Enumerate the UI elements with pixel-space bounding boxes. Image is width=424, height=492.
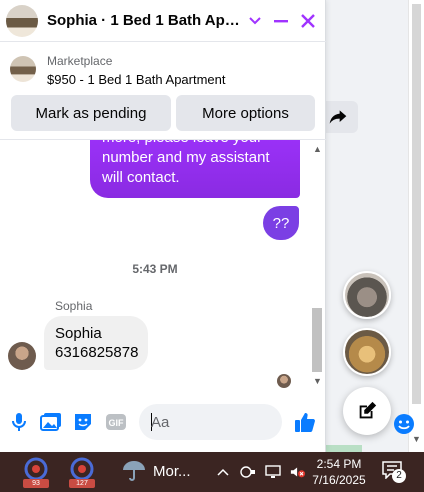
system-tray: [215, 464, 306, 480]
page-scrollbar-thumb[interactable]: [412, 4, 421, 404]
message-timestamp: 5:43 PM: [132, 262, 178, 276]
like-button[interactable]: [293, 410, 317, 434]
clock-time: 2:54 PM: [316, 457, 362, 471]
contact-avatar[interactable]: [6, 5, 38, 37]
read-receipt-avatar: [277, 374, 291, 388]
marketplace-label: Marketplace: [47, 54, 113, 68]
composer: GIF Aa: [0, 400, 414, 444]
outgoing-message: more, please leave your number and my as…: [90, 140, 300, 198]
app-badge: 127: [69, 479, 95, 488]
voice-clip-button[interactable]: [7, 410, 31, 434]
weather-label: Mor...: [153, 462, 191, 480]
notifications-button[interactable]: 2: [382, 461, 406, 483]
message-scrollbar-thumb[interactable]: [312, 308, 322, 372]
scroll-down-icon[interactable]: ▼: [313, 376, 322, 386]
more-options-button[interactable]: More options: [176, 95, 315, 131]
message-list: more, please leave your number and my as…: [0, 140, 310, 392]
compose-icon: [359, 401, 377, 419]
message-input-placeholder: Aa: [151, 414, 170, 431]
close-icon: [301, 14, 315, 28]
notification-count: 2: [392, 469, 406, 483]
taskbar-app-1[interactable]: 93: [20, 456, 52, 488]
chat-title[interactable]: Sophia · 1 Bed 1 Bath Apartment: [47, 12, 243, 29]
emoji-icon[interactable]: [393, 413, 415, 435]
microphone-icon: [12, 413, 26, 431]
new-message-button[interactable]: [343, 387, 391, 435]
chat-options-button[interactable]: [247, 11, 263, 31]
sender-avatar[interactable]: [8, 342, 36, 370]
marketplace-listing-row[interactable]: Marketplace $950 - 1 Bed 1 Bath Apartmen…: [0, 42, 326, 95]
message-input[interactable]: Aa: [139, 404, 414, 440]
network-icon[interactable]: [265, 464, 281, 480]
minimize-button[interactable]: [271, 11, 291, 31]
taskbar: 93 127 Mor... 2:54 PM 7/16/2025 2: [0, 452, 424, 492]
attach-photo-button[interactable]: [39, 410, 63, 434]
scroll-up-icon[interactable]: ▲: [313, 144, 322, 154]
incoming-message: Sophia 6316825878: [44, 316, 148, 370]
background-panel: [326, 0, 408, 452]
listing-thumbnail: [10, 56, 36, 82]
listing-title: $950 - 1 Bed 1 Bath Apartment: [47, 72, 226, 87]
app-badge: 93: [23, 479, 49, 488]
scroll-down-icon[interactable]: ▼: [412, 434, 421, 444]
chat-header[interactable]: Sophia · 1 Bed 1 Bath Apartment: [0, 0, 326, 42]
sender-name: Sophia: [55, 299, 93, 313]
minimize-icon: [274, 20, 288, 23]
gif-icon: GIF: [106, 414, 126, 430]
photo-icon: [40, 413, 61, 431]
weather-icon: [123, 461, 145, 481]
close-button[interactable]: [298, 11, 318, 31]
outgoing-message: ??: [263, 206, 299, 240]
share-icon: [329, 110, 347, 124]
camera-icon[interactable]: [240, 464, 256, 480]
chat-head-avatar-1[interactable]: [343, 271, 391, 319]
clock-date: 7/16/2025: [312, 473, 366, 487]
message-scrollbar[interactable]: ▲ ▼: [310, 140, 324, 392]
chat-head-avatar-2[interactable]: [343, 328, 391, 376]
chevron-down-icon: [249, 17, 261, 25]
chat-window: Sophia · 1 Bed 1 Bath Apartment Marketpl…: [0, 0, 414, 452]
taskbar-app-2[interactable]: 127: [66, 456, 98, 488]
sticker-button[interactable]: [71, 410, 95, 434]
mark-as-pending-button[interactable]: Mark as pending: [11, 95, 171, 131]
chevron-up-icon[interactable]: [215, 464, 231, 480]
page-scrollbar[interactable]: ▼: [408, 0, 424, 452]
gif-label: GIF: [109, 418, 125, 428]
sticker-icon: [75, 414, 91, 430]
like-icon: [295, 413, 315, 432]
clock[interactable]: 2:54 PM 7/16/2025: [303, 456, 375, 488]
weather-widget[interactable]: Mor...: [121, 460, 191, 482]
gif-button[interactable]: GIF: [104, 410, 128, 434]
